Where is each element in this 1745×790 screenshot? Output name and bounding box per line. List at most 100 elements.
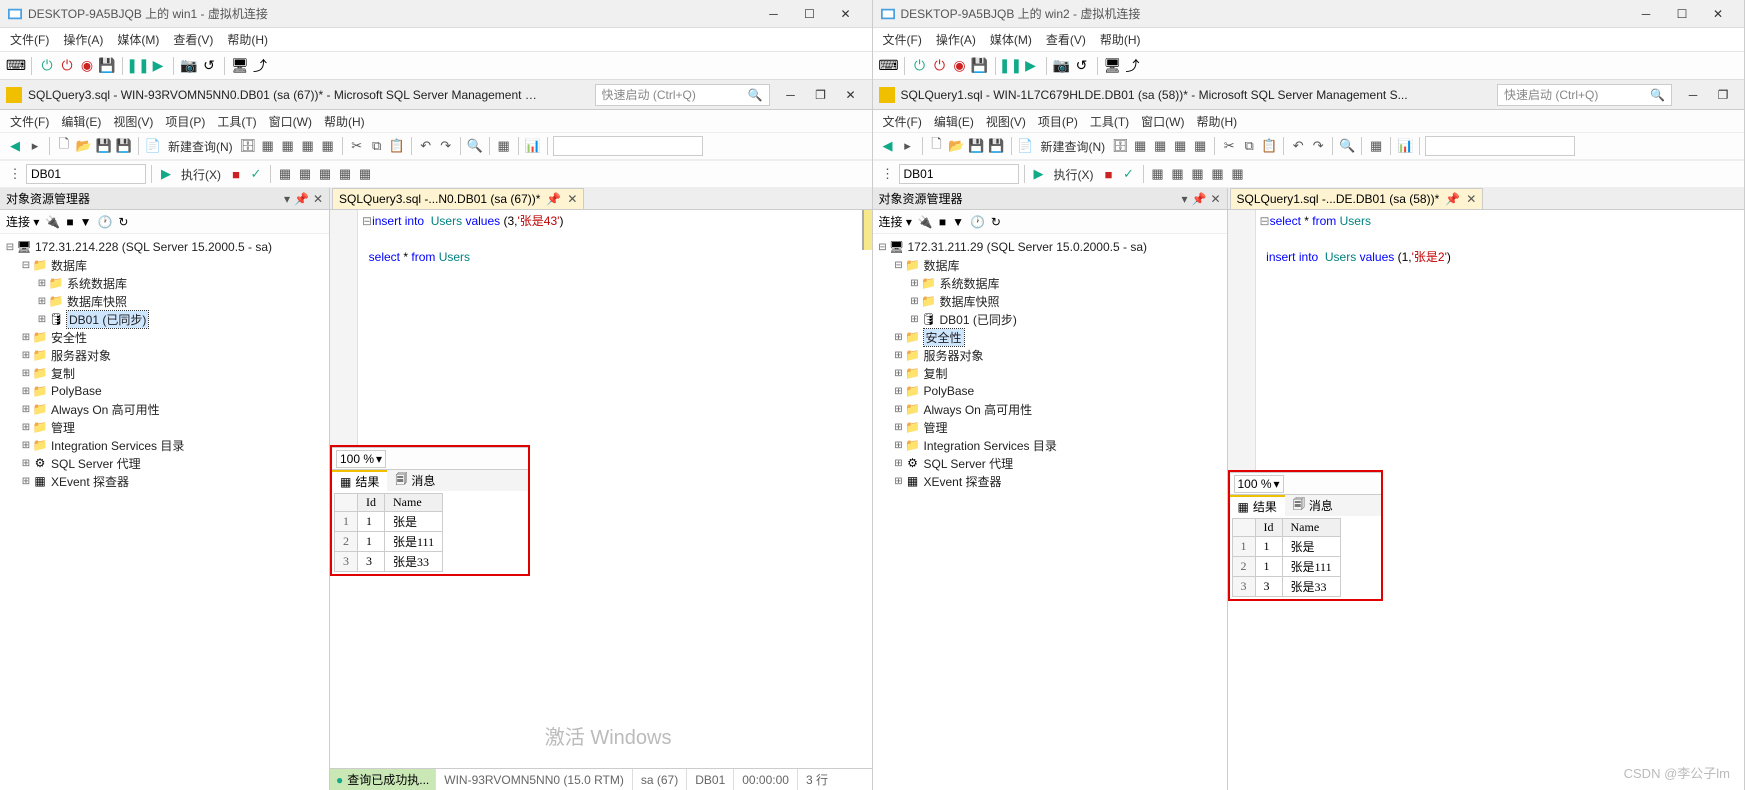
find-icon[interactable]: 🔍	[1338, 137, 1356, 155]
save-icon[interactable]: 💾	[972, 58, 988, 74]
tree-xevent[interactable]: ⊞▦XEvent 探查器	[2, 472, 327, 490]
new-query-button[interactable]: 新建查询(N)	[1037, 138, 1110, 155]
sync-icon[interactable]: ↻	[991, 215, 1001, 229]
tree-server[interactable]: ⊟🖥172.31.211.29 (SQL Server 15.0.2000.5 …	[875, 238, 1225, 256]
menu-file[interactable]: 文件(F)	[883, 31, 922, 48]
undo-icon[interactable]: ↶	[417, 137, 435, 155]
pin-icon[interactable]: 📌	[294, 192, 309, 206]
start-icon[interactable]: ⏻	[39, 58, 55, 74]
ssms-close-icon[interactable]: ✕	[836, 84, 866, 106]
maximize-icon[interactable]: ☐	[792, 3, 828, 25]
menu-help[interactable]: 帮助(H)	[227, 31, 268, 48]
save-icon[interactable]: 💾	[99, 58, 115, 74]
stop-icon[interactable]: ■	[939, 215, 946, 229]
close-icon[interactable]: ✕	[313, 192, 323, 206]
refresh-icon[interactable]: 🕐	[97, 215, 112, 229]
filter-icon[interactable]: ▼	[952, 215, 964, 229]
turnoff-icon[interactable]: ⏻	[932, 58, 948, 74]
cut-icon[interactable]: ✂	[348, 137, 366, 155]
menu-view[interactable]: 视图(V)	[986, 113, 1026, 130]
menu-file[interactable]: 文件(F)	[10, 113, 49, 130]
col-id[interactable]: Id	[1255, 519, 1282, 537]
editor-tab[interactable]: SQLQuery3.sql -...N0.DB01 (sa (67))*📌✕	[332, 188, 584, 209]
tree-snapshot[interactable]: ⊞📁数据库快照	[2, 292, 327, 310]
find-icon[interactable]: 🔍	[466, 137, 484, 155]
parse-icon[interactable]: ✓	[247, 165, 265, 183]
find-combo[interactable]	[1425, 136, 1575, 156]
menu-view[interactable]: 查看(V)	[173, 31, 213, 48]
cad-icon[interactable]: ⌨	[8, 58, 24, 74]
results-icon[interactable]: ▦	[1209, 165, 1227, 183]
tree-xevent[interactable]: ⊞▦XEvent 探查器	[875, 472, 1225, 490]
tree-replication[interactable]: ⊞📁复制	[875, 364, 1225, 382]
vm-titlebar[interactable]: DESKTOP-9A5BJQB 上的 win2 - 虚拟机连接 ─ ☐ ✕	[873, 0, 1745, 28]
shutdown-icon[interactable]: ◉	[952, 58, 968, 74]
quick-launch[interactable]: 快速启动 (Ctrl+Q)🔍	[595, 84, 770, 106]
tree-agent[interactable]: ⊞⚙SQL Server 代理	[2, 454, 327, 472]
save-icon[interactable]: 💾	[968, 137, 986, 155]
tree-server[interactable]: ⊟🖥172.31.214.228 (SQL Server 15.2000.5 -…	[2, 238, 327, 256]
tree-polybase[interactable]: ⊞📁PolyBase	[2, 382, 327, 400]
sql-editor[interactable]: ⊟insert into Users values (3,'张是43') sel…	[330, 210, 872, 445]
zoom-combo[interactable]: 100 %▾	[1234, 475, 1284, 493]
plan-icon[interactable]: ▦	[276, 165, 294, 183]
include-plan-icon[interactable]: ▦	[1169, 165, 1187, 183]
share-icon[interactable]: ⤴	[252, 58, 268, 74]
checkpoint-icon[interactable]: 📷	[1054, 58, 1070, 74]
tree-management[interactable]: ⊞📁管理	[875, 418, 1225, 436]
db-engine-icon[interactable]: 🗄	[239, 137, 257, 155]
back-icon[interactable]: ◀	[6, 137, 24, 155]
open-icon[interactable]: 📂	[75, 137, 93, 155]
tab-messages[interactable]: 🗐消息	[387, 470, 443, 492]
tree-management[interactable]: ⊞📁管理	[2, 418, 327, 436]
connect-button[interactable]: 连接 ▾	[6, 213, 39, 230]
cut-icon[interactable]: ✂	[1220, 137, 1238, 155]
vm-titlebar[interactable]: DESKTOP-9A5BJQB 上的 win1 - 虚拟机连接 ─ ☐ ✕	[0, 0, 872, 28]
menu-action[interactable]: 操作(A)	[63, 31, 103, 48]
menu-file[interactable]: 文件(F)	[883, 113, 922, 130]
copy-icon[interactable]: ⧉	[1240, 137, 1258, 155]
pin-icon[interactable]: 📌	[1191, 192, 1206, 206]
tree-sysdb[interactable]: ⊞📁系统数据库	[875, 274, 1225, 292]
reset-icon[interactable]: ▶	[150, 58, 166, 74]
saveall-icon[interactable]: 💾	[115, 137, 133, 155]
results-icon[interactable]: ▦	[336, 165, 354, 183]
menu-edit[interactable]: 编辑(E)	[61, 113, 101, 130]
connect-button[interactable]: 连接 ▾	[879, 213, 912, 230]
new-query-icon[interactable]: 📄	[1017, 137, 1035, 155]
forward-icon[interactable]: ▸	[899, 137, 917, 155]
menu-help[interactable]: 帮助(H)	[1196, 113, 1237, 130]
enhanced-icon[interactable]: 🖥	[1105, 58, 1121, 74]
ssms-restore-icon[interactable]: ❐	[1708, 84, 1738, 106]
menu-tools[interactable]: 工具(T)	[217, 113, 256, 130]
close-icon[interactable]: ✕	[1700, 3, 1736, 25]
checkpoint-icon[interactable]: 📷	[181, 58, 197, 74]
dropdown-icon[interactable]: ⋮	[879, 165, 897, 183]
menu-help[interactable]: 帮助(H)	[1100, 31, 1141, 48]
execute-icon[interactable]: ▶	[1030, 165, 1048, 183]
quick-launch[interactable]: 快速启动 (Ctrl+Q)🔍	[1497, 84, 1672, 106]
tree-isc[interactable]: ⊞📁Integration Services 目录	[2, 436, 327, 454]
menu-view[interactable]: 查看(V)	[1046, 31, 1086, 48]
stats-icon[interactable]: ▦	[1189, 165, 1207, 183]
menu-window[interactable]: 窗口(W)	[1141, 113, 1184, 130]
xmla-icon[interactable]: ▦	[1191, 137, 1209, 155]
open-icon[interactable]: 📂	[948, 137, 966, 155]
tree-databases[interactable]: ⊟📁数据库	[2, 256, 327, 274]
disconnect-icon[interactable]: 🔌	[45, 215, 60, 229]
redo-icon[interactable]: ↷	[437, 137, 455, 155]
as-icon[interactable]: ▦	[1131, 137, 1149, 155]
stop-icon[interactable]: ■	[66, 215, 73, 229]
db-engine-icon[interactable]: 🗄	[1111, 137, 1129, 155]
tree-db01[interactable]: ⊞🛢DB01 (已同步)	[2, 310, 327, 328]
parse-icon[interactable]: ✓	[1120, 165, 1138, 183]
minimize-icon[interactable]: ─	[1628, 3, 1664, 25]
menu-file[interactable]: 文件(F)	[10, 31, 49, 48]
tree-alwayson[interactable]: ⊞📁Always On 高可用性	[2, 400, 327, 418]
ssms-minimize-icon[interactable]: ─	[776, 84, 806, 106]
pin-icon[interactable]: 📌	[1445, 192, 1460, 206]
options-icon[interactable]: ▦	[356, 165, 374, 183]
mdx-icon[interactable]: ▦	[279, 137, 297, 155]
close-icon[interactable]: ✕	[1210, 192, 1220, 206]
dropdown-icon[interactable]: ▾	[1181, 192, 1187, 206]
